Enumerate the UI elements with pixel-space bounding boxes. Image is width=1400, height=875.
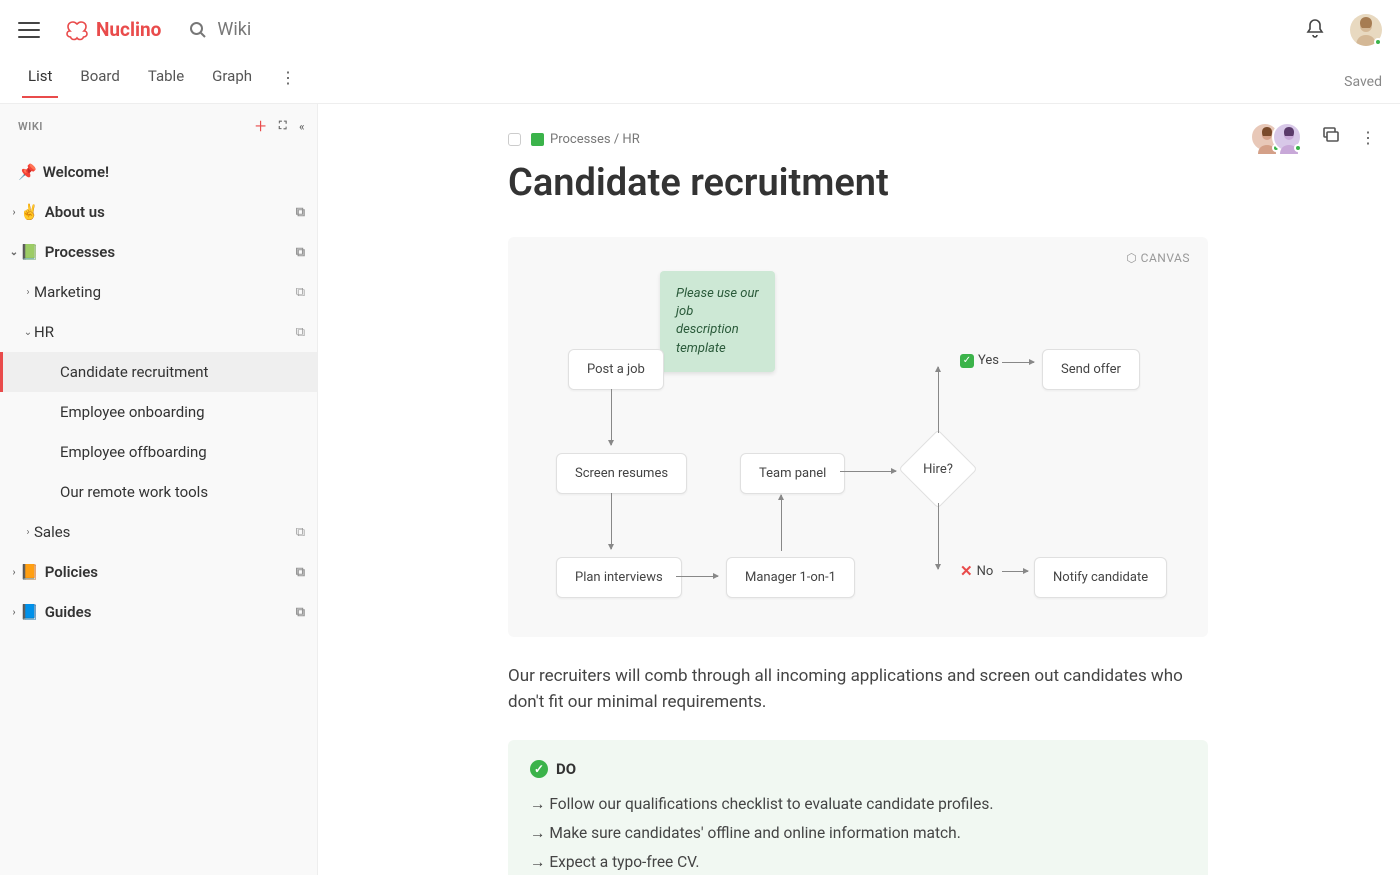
sidebar-item[interactable]: Employee offboarding (0, 432, 317, 472)
copy-icon[interactable]: ⧉ (296, 565, 305, 580)
arrow (840, 471, 896, 472)
arrow (611, 389, 612, 445)
paragraph-1[interactable]: Our recruiters will comb through all inc… (508, 663, 1208, 716)
node-team: Team panel (740, 453, 845, 494)
do-item: Make sure candidates' offline and online… (530, 819, 1186, 848)
sidebar-item[interactable]: ›Sales⧉ (0, 512, 317, 552)
sidebar-item[interactable]: 📌Welcome! (0, 152, 317, 192)
checkbox-icon[interactable] (508, 133, 521, 146)
copy-icon[interactable]: ⧉ (296, 245, 305, 260)
bell-icon (1306, 18, 1324, 38)
collapse-icon[interactable]: « (299, 120, 305, 133)
copy-icon[interactable]: ⧉ (296, 525, 305, 540)
sidebar-item[interactable]: Candidate recruitment (0, 352, 317, 392)
arrow (781, 495, 782, 551)
sidebar-item[interactable]: ›📘Guides⧉ (0, 592, 317, 632)
do-item: Expect a typo-free CV. (530, 848, 1186, 875)
label-yes: ✓Yes (960, 353, 999, 368)
sidebar-heading: WIKI (18, 120, 43, 133)
topbar: Nuclino Wiki (0, 0, 1400, 60)
notifications-button[interactable] (1306, 18, 1324, 42)
comments-button[interactable] (1322, 126, 1340, 148)
check-circle-icon: ✓ (530, 760, 548, 778)
app-name: Nuclino (96, 18, 161, 41)
node-plan: Plan interviews (556, 557, 682, 598)
doc-more-button[interactable]: ⋮ (1360, 128, 1376, 147)
node-screen: Screen resumes (556, 453, 687, 494)
node-hire: Hire? (898, 429, 977, 508)
save-status: Saved (1344, 74, 1382, 90)
node-offer: Send offer (1042, 349, 1140, 390)
copy-icon[interactable]: ⧉ (296, 205, 305, 220)
document: Processes / HR Candidate recruitment CAN… (318, 104, 1400, 875)
do-heading: ✓ DO (530, 760, 1186, 778)
search[interactable]: Wiki (189, 19, 251, 40)
copy-icon[interactable]: ⧉ (296, 325, 305, 340)
view-tab-graph[interactable]: Graph (212, 67, 252, 97)
sidebar: WIKI + ⛶ « 📌Welcome!›✌️About us⧉⌄📗Proces… (0, 104, 318, 875)
canvas-label: CANVAS (1126, 251, 1190, 265)
copy-icon[interactable]: ⧉ (296, 285, 305, 300)
label-no: ✕No (960, 562, 993, 580)
breadcrumb[interactable]: Processes / HR (508, 132, 1320, 147)
viewbar: List Board Table Graph ⋮ Saved (0, 60, 1400, 104)
view-more-button[interactable]: ⋮ (280, 68, 296, 95)
sidebar-item[interactable]: ⌄HR⧉ (0, 312, 317, 352)
node-manager: Manager 1-on-1 (726, 557, 855, 598)
brain-icon (64, 19, 90, 41)
collaborators[interactable] (1250, 122, 1302, 152)
node-post: Post a job (568, 349, 664, 390)
search-placeholder: Wiki (217, 19, 251, 40)
book-icon (531, 133, 544, 146)
add-item-button[interactable]: + (255, 114, 267, 138)
chat-icon (1322, 126, 1340, 144)
menu-button[interactable] (18, 22, 40, 38)
arrow (676, 576, 718, 577)
tree: 📌Welcome!›✌️About us⧉⌄📗Processes⧉›Market… (0, 148, 317, 636)
search-icon (189, 21, 207, 39)
expand-icon[interactable]: ⛶ (279, 119, 287, 133)
copy-icon[interactable]: ⧉ (296, 605, 305, 620)
user-avatar[interactable] (1350, 14, 1382, 46)
sidebar-item[interactable]: Our remote work tools (0, 472, 317, 512)
view-tab-table[interactable]: Table (148, 67, 184, 97)
do-callout: ✓ DO Follow our qualifications checklist… (508, 740, 1208, 875)
page-title[interactable]: Candidate recruitment (508, 161, 1320, 205)
logo[interactable]: Nuclino (64, 18, 161, 41)
sidebar-item[interactable]: ⌄📗Processes⧉ (0, 232, 317, 272)
do-item: Follow our qualifications checklist to e… (530, 790, 1186, 819)
sticky-note: Please use our job description template (660, 271, 775, 372)
sidebar-item[interactable]: ›📙Policies⧉ (0, 552, 317, 592)
node-notify: Notify candidate (1034, 557, 1167, 598)
canvas-embed[interactable]: CANVAS Please use our job description te… (508, 237, 1208, 637)
sidebar-header: WIKI + ⛶ « (0, 104, 317, 148)
doc-toolbar: ⋮ (1250, 122, 1376, 152)
main: ⋮ Processes / HR Candidate recruitment C… (318, 104, 1400, 875)
status-dot-icon (1374, 38, 1382, 46)
arrow (938, 503, 939, 569)
sidebar-item[interactable]: ›✌️About us⧉ (0, 192, 317, 232)
breadcrumb-text: Processes / HR (550, 132, 640, 147)
sidebar-item[interactable]: ›Marketing⧉ (0, 272, 317, 312)
sidebar-item[interactable]: Employee onboarding (0, 392, 317, 432)
arrow (611, 493, 612, 549)
arrow (1002, 571, 1028, 572)
view-tab-list[interactable]: List (28, 67, 52, 97)
arrow (938, 367, 939, 433)
view-tab-board[interactable]: Board (80, 67, 119, 97)
arrow (1002, 362, 1034, 363)
